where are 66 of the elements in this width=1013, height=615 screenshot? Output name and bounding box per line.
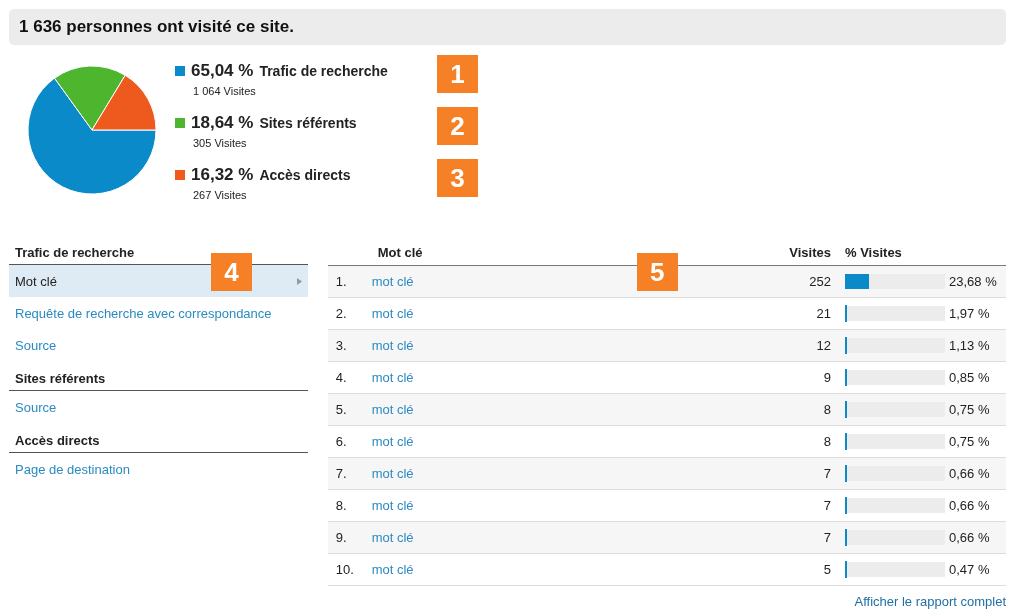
legend-label: Trafic de recherche: [259, 63, 388, 79]
visits-count: 12: [815, 338, 831, 353]
callout-number: 3: [437, 159, 478, 197]
section-heading: Accès directs: [9, 433, 308, 453]
keyword-link[interactable]: mot clé: [363, 402, 414, 417]
section-heading: Sites référents: [9, 371, 308, 391]
legend-visits: 305 Visites: [193, 137, 247, 149]
keyword-link[interactable]: mot clé: [363, 306, 414, 321]
legend-percent: 18,64 %: [191, 113, 254, 133]
rank-number: 2.: [335, 306, 348, 321]
visits-percent: 0,47 %: [949, 562, 990, 577]
visits-count: 21: [815, 306, 831, 321]
visits-percent: 23,68 %: [949, 274, 997, 289]
column-header: Visites: [788, 245, 831, 260]
nav-item[interactable]: Source: [9, 329, 308, 361]
visits-count: 8: [822, 402, 831, 417]
callout-number: 4: [211, 253, 252, 291]
visits-count: 7: [822, 530, 831, 545]
visits-percent: 0,75 %: [949, 402, 990, 417]
legend-percent: 16,32 %: [191, 165, 254, 185]
visits-count: 8: [822, 434, 831, 449]
keyword-link[interactable]: mot clé: [363, 562, 414, 577]
column-header: % Visites: [844, 245, 903, 260]
visits-percent: 0,85 %: [949, 370, 990, 385]
legend-label: Sites référents: [259, 115, 357, 131]
callout-number: 1: [437, 55, 478, 93]
legend-visits: 1 064 Visites: [193, 85, 256, 97]
rank-number: 10.: [335, 562, 355, 577]
legend-label: Accès directs: [259, 167, 351, 183]
rank-number: 6.: [335, 434, 348, 449]
keyword-link[interactable]: mot clé: [363, 274, 414, 289]
visits-count: 252: [808, 274, 831, 289]
rank-number: 5.: [335, 402, 348, 417]
visits-count: 7: [822, 498, 831, 513]
keyword-link[interactable]: mot clé: [363, 530, 414, 545]
keyword-link[interactable]: mot clé: [363, 466, 414, 481]
nav-item[interactable]: Page de destination: [9, 453, 308, 485]
full-report-link[interactable]: Afficher le rapport complet: [854, 594, 1006, 609]
rank-number: 9.: [335, 530, 348, 545]
visits-percent: 1,97 %: [949, 306, 990, 321]
visits-percent: 0,66 %: [949, 498, 990, 513]
visits-percent: 1,13 %: [949, 338, 990, 353]
visits-count: 9: [822, 370, 831, 385]
callout-number: 5: [636, 253, 678, 291]
rank-number: 4.: [335, 370, 348, 385]
visits-percent: 0,66 %: [949, 466, 990, 481]
nav-item[interactable]: Requête de recherche avec correspondance: [9, 297, 308, 329]
caret-icon: [296, 277, 302, 285]
keyword-link[interactable]: mot clé: [363, 498, 414, 513]
column-header: Mot clé: [376, 245, 424, 260]
visits-percent: 0,75 %: [949, 434, 990, 449]
keyword-link[interactable]: mot clé: [363, 370, 414, 385]
legend-visits: 267 Visites: [193, 189, 247, 201]
keyword-link[interactable]: mot clé: [363, 434, 414, 449]
rank-number: 8.: [335, 498, 348, 513]
rank-number: 7.: [335, 466, 348, 481]
page-title: 1 636 personnes ont visité ce site.: [19, 17, 294, 37]
visits-count: 5: [822, 562, 831, 577]
callout-number: 2: [437, 107, 478, 145]
keyword-link[interactable]: mot clé: [363, 338, 414, 353]
legend-percent: 65,04 %: [191, 61, 254, 81]
visits-count: 7: [822, 466, 831, 481]
nav-item[interactable]: Source: [9, 391, 308, 423]
rank-number: 3.: [335, 338, 348, 353]
rank-number: 1.: [335, 274, 348, 289]
visits-percent: 0,66 %: [949, 530, 990, 545]
